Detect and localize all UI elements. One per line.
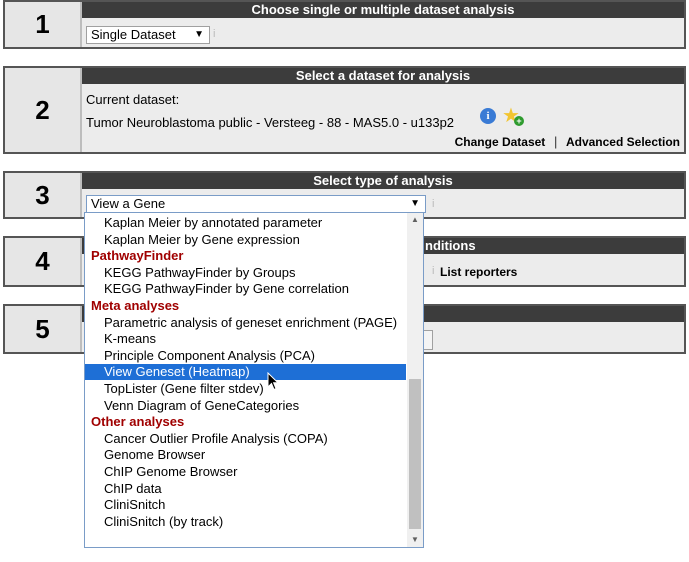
dropdown-option[interactable]: Genome Browser [85,447,406,463]
step-header: Choose single or multiple dataset analys… [82,2,684,18]
select-value: View a Gene [91,196,166,211]
select-value: Single Dataset [91,27,176,42]
dropdown-option[interactable]: Cancer Outlier Profile Analysis (COPA) [85,431,406,447]
info-icon[interactable]: i [480,108,496,124]
dropdown-option[interactable]: Principle Component Analysis (PCA) [85,348,406,364]
step-2: 2 Select a dataset for analysis Current … [3,66,686,154]
dropdown-option[interactable]: Kaplan Meier by annotated parameter [85,215,406,231]
dropdown-group-label: PathwayFinder [91,248,184,264]
dropdown-option[interactable]: View Geneset (Heatmap) [85,364,406,381]
current-dataset-label: Current dataset: [86,92,180,107]
dropdown-arrow-icon: ▼ [194,29,204,40]
dropdown-option[interactable]: Kaplan Meier by Gene expression [85,232,406,248]
dropdown-option[interactable]: KEGG PathwayFinder by Gene correlation [85,281,406,297]
scroll-thumb[interactable] [409,379,421,529]
step-header: Select a dataset for analysis [82,68,684,84]
analysis-mode-select[interactable]: Single Dataset ▼ [86,26,210,44]
step-panel: Select type of analysis View a Gene ▼ i [80,173,684,217]
step-number: 5 [35,313,50,344]
info-icon[interactable]: i [213,28,215,40]
dropdown-option[interactable]: CliniSnitch [85,497,406,513]
dropdown-option[interactable]: KEGG PathwayFinder by Groups [85,265,406,281]
advanced-selection-link[interactable]: Advanced Selection [566,135,680,149]
dropdown-option[interactable]: K-means [85,331,406,347]
list-reporters-link[interactable]: List reporters [440,265,517,279]
dropdown-option[interactable]: Parametric analysis of geneset enrichmen… [85,315,406,331]
dropdown-option[interactable]: TopLister (Gene filter stdev) [85,381,406,397]
step-number: 3 [35,179,50,210]
info-icon[interactable]: i [432,265,434,277]
step-number: 4 [35,246,50,276]
step-header: Select type of analysis [82,173,684,189]
dropdown-group-label: Other analyses [91,414,185,430]
info-icon[interactable]: i [432,198,434,210]
dropdown-option[interactable]: ChIP Genome Browser [85,464,406,480]
scroll-down-arrow-icon[interactable]: ▼ [407,533,423,547]
dropdown-option[interactable]: Venn Diagram of GeneCategories [85,398,406,414]
mouse-cursor-icon [267,372,279,391]
analysis-type-select[interactable]: View a Gene ▼ [86,195,426,213]
step-panel: Select a dataset for analysis Current da… [80,68,684,152]
dataset-links: Change Dataset | Advanced Selection [455,134,680,149]
link-separator: | [553,134,558,149]
step-number: 1 [35,9,50,39]
dropdown-option[interactable]: CliniSnitch (by track) [85,514,406,530]
scrollbar[interactable]: ▲ ▼ [407,213,423,547]
dropdown-arrow-icon: ▼ [410,198,420,209]
step-panel: Choose single or multiple dataset analys… [80,2,684,47]
dataset-name: Tumor Neuroblastoma public - Versteeg - … [86,115,455,130]
change-dataset-link[interactable]: Change Dataset [455,135,546,149]
step-1: 1 Choose single or multiple dataset anal… [3,0,686,49]
step-number: 2 [35,94,50,125]
dropdown-group-label: Meta analyses [91,298,180,313]
dropdown-option[interactable]: ChIP data [85,481,406,497]
add-plus-icon: + [514,116,524,126]
scroll-up-arrow-icon[interactable]: ▲ [407,213,423,227]
analysis-type-dropdown-list[interactable]: Kaplan Meier by annotated parameter Kapla… [84,212,424,548]
